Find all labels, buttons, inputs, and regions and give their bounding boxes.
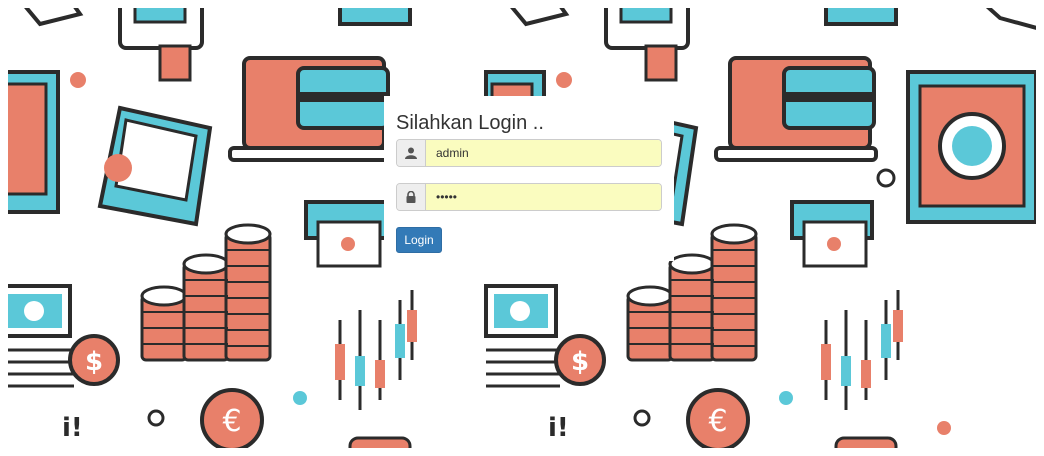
login-button[interactable]: Login [396, 227, 442, 253]
lock-icon [397, 184, 426, 210]
username-input[interactable] [426, 140, 661, 166]
user-icon [397, 140, 426, 166]
login-title: Silahkan Login .. [396, 112, 544, 134]
password-input[interactable] [426, 184, 661, 210]
login-panel: Silahkan Login .. Login [384, 96, 674, 261]
password-input-group [396, 183, 662, 211]
username-input-group [396, 139, 662, 167]
